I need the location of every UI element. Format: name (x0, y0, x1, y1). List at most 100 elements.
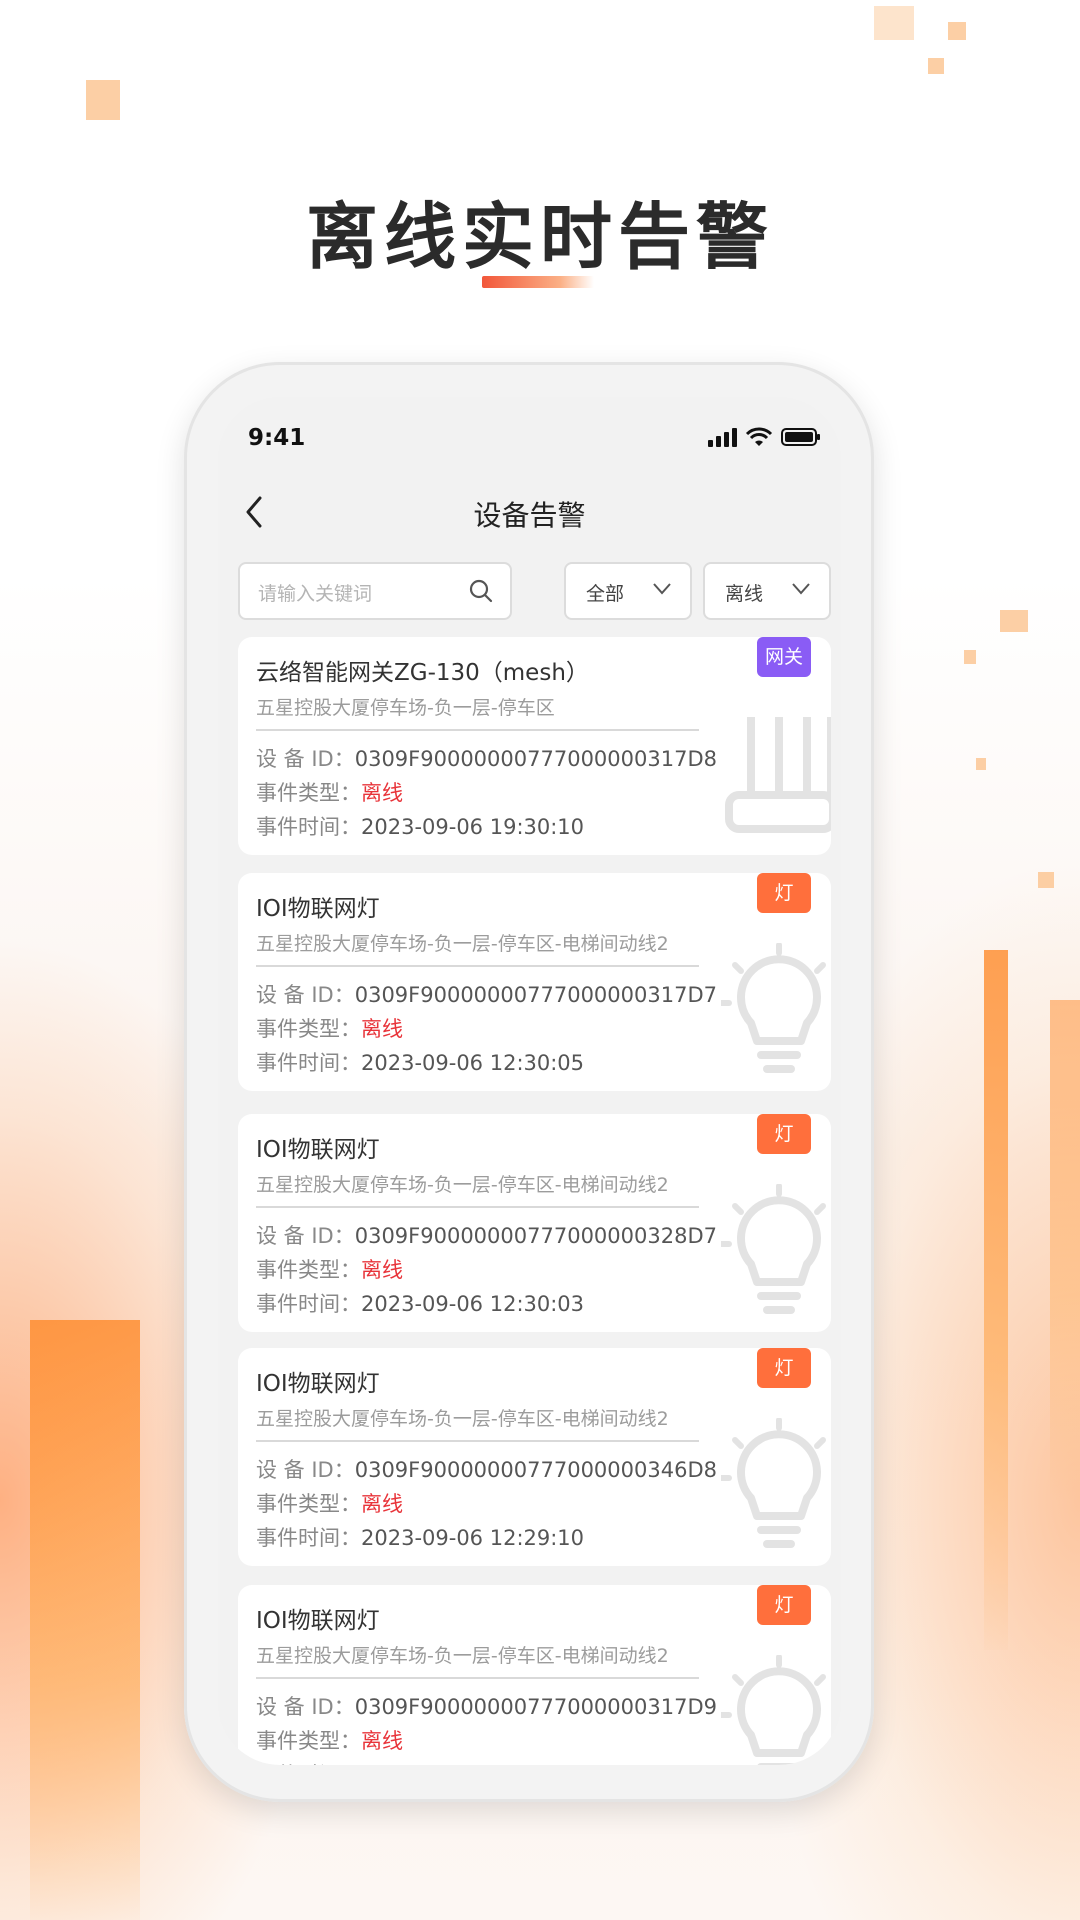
decor-square (976, 758, 986, 770)
device-id-row: 设 备 ID：0309F90000000777000000317D7 (256, 979, 717, 1009)
event-type-label: 事件类型： (256, 1017, 361, 1041)
status-icons (707, 427, 821, 447)
event-time-row: 事件时间：2023-09-06 12:30:05 (256, 1047, 584, 1077)
device-id-label: 设 备 ID： (256, 983, 355, 1007)
device-name: IOI物联网灯 (256, 1608, 380, 1634)
device-location: 五星控股大厦停车场-负一层-停车区-电梯间动线2 (256, 1645, 669, 1667)
search-placeholder: 请输入关键词 (258, 583, 373, 605)
event-time-label: 事件时间： (256, 1051, 361, 1075)
device-id-label: 设 备 ID： (256, 747, 355, 771)
event-time-label: 事件时间： (256, 1526, 361, 1550)
card-divider (256, 965, 699, 967)
event-time-value: 2023-09-06 12:29:10 (361, 1526, 585, 1550)
navigation-bar: 设备告警 (218, 482, 841, 542)
lightbulb-icon (721, 1184, 826, 1314)
status-bar: 9:41 (218, 417, 841, 457)
device-id-row: 设 备 ID：0309F90000000777000000346D8 (256, 1454, 717, 1484)
device-location: 五星控股大厦停车场-负一层-停车区 (256, 697, 555, 719)
event-type-label: 事件类型： (256, 781, 361, 805)
decor-square (948, 22, 966, 40)
decor-pillar (30, 1320, 140, 1920)
card-divider (256, 1206, 699, 1208)
device-type-select[interactable]: 全部 (564, 562, 692, 620)
event-type-value: 离线 (361, 1729, 403, 1753)
event-type-label: 事件类型： (256, 1729, 361, 1753)
event-type-row: 事件类型：离线 (256, 777, 403, 807)
event-type-value: 离线 (361, 1492, 403, 1516)
decor-square (928, 58, 944, 74)
event-time-label: 事件时间： (256, 1763, 361, 1765)
device-type-badge: 网关 (757, 637, 811, 677)
device-id-value: 0309F90000000777000000328D7 (354, 1224, 717, 1248)
status-time: 9:41 (248, 425, 306, 451)
device-id-value: 0309F90000000777000000346D8 (354, 1458, 717, 1482)
device-id-value: 0309F90000000777000000317D8 (354, 747, 717, 771)
decor-square (86, 80, 120, 120)
device-type-badge: 灯 (757, 873, 811, 913)
device-id-value: 0309F90000000777000000317D9 (354, 1695, 717, 1719)
event-type-value: 离线 (361, 1017, 403, 1041)
event-time-value: 2023-09-06 12:30:05 (361, 1051, 585, 1075)
chevron-down-icon (653, 583, 671, 595)
event-type-label: 事件类型： (256, 1258, 361, 1282)
event-time-value: 2023-09-06 19:30:10 (361, 815, 585, 839)
event-time-row: 事件时间：2023-09-06 12:29:10 (256, 1522, 584, 1552)
device-type-value: 全部 (586, 583, 625, 605)
page-title: 离线实时告警 (305, 195, 774, 279)
lightbulb-icon (721, 943, 826, 1073)
device-id-row: 设 备 ID：0309F90000000777000000317D8 (256, 743, 717, 773)
title-underline (482, 276, 594, 288)
status-value: 离线 (725, 583, 764, 605)
event-type-row: 事件类型：离线 (256, 1488, 403, 1518)
decor-square (964, 650, 976, 664)
alert-card[interactable]: IOI物联网灯五星控股大厦停车场-负一层-停车区-电梯间动线2 设 备 ID：03… (238, 1114, 831, 1332)
event-type-value: 离线 (361, 1258, 403, 1282)
decor-square (874, 6, 914, 40)
event-time-row: 事件时间：2023-09-06 12:30:03 (256, 1288, 584, 1318)
device-location: 五星控股大厦停车场-负一层-停车区-电梯间动线2 (256, 1174, 669, 1196)
device-location: 五星控股大厦停车场-负一层-停车区-电梯间动线2 (256, 1408, 669, 1430)
search-icon[interactable] (468, 578, 494, 604)
card-divider (256, 1440, 699, 1442)
decor-pillar (984, 950, 1008, 1650)
event-type-label: 事件类型： (256, 1492, 361, 1516)
event-time-row: 事件时间：2023-09-06 19:30:10 (256, 811, 584, 841)
alert-card[interactable]: IOI物联网灯五星控股大厦停车场-负一层-停车区-电梯间动线2 设 备 ID：03… (238, 1585, 831, 1765)
event-time-value: 2023-09-05 18:30:02 (361, 1763, 584, 1765)
device-name: 云络智能网关ZG-130（mesh） (256, 660, 589, 686)
phone-screen: 9:41 设备告警 请输入关键词 全部 离线 云络智能网关ZG-130（mesh… (218, 397, 841, 1765)
decor-square (1000, 610, 1028, 632)
chevron-down-icon (792, 583, 810, 595)
device-name: IOI物联网灯 (256, 1371, 380, 1397)
lightbulb-icon (721, 1655, 826, 1765)
device-id-label: 设 备 ID： (256, 1224, 355, 1248)
event-time-label: 事件时间： (256, 1292, 361, 1316)
screen-title: 设备告警 (473, 499, 586, 532)
alert-card[interactable]: IOI物联网灯 五星控股大厦停车场-负一层-停车区-电梯间动线2 设 备 ID：03… (238, 873, 831, 1091)
device-type-badge: 灯 (757, 1114, 811, 1154)
signal-icon (708, 428, 737, 447)
alert-card[interactable]: 云络智能网关ZG-130（mesh） 五星控股大厦停车场-负一层-停车区设 备 I… (238, 637, 831, 855)
device-id-row: 设 备 ID：0309F90000000777000000317D9 (256, 1691, 717, 1721)
device-type-badge: 灯 (757, 1585, 811, 1625)
battery-icon (781, 428, 820, 446)
event-time-label: 事件时间： (256, 815, 361, 839)
device-id-row: 设 备 ID：0309F90000000777000000328D7 (256, 1220, 717, 1250)
search-input[interactable]: 请输入关键词 (238, 562, 512, 620)
device-name: IOI物联网灯 (256, 1137, 380, 1163)
device-id-value: 0309F90000000777000000317D7 (354, 983, 717, 1007)
lightbulb-icon (721, 1418, 826, 1548)
event-time-value: 2023-09-06 12:30:03 (361, 1292, 585, 1316)
decor-square (1038, 872, 1054, 888)
device-id-label: 设 备 ID： (256, 1695, 355, 1719)
device-location: 五星控股大厦停车场-负一层-停车区-电梯间动线2 (256, 933, 669, 955)
card-divider (256, 1677, 699, 1679)
status-select[interactable]: 离线 (703, 562, 831, 620)
event-type-row: 事件类型：离线 (256, 1013, 403, 1043)
decor-pillar (1050, 1000, 1080, 1500)
alert-card[interactable]: IOI物联网灯五星控股大厦停车场-负一层-停车区-电梯间动线2 设 备 ID：03… (238, 1348, 831, 1566)
filter-bar: 请输入关键词 全部 离线 (238, 562, 831, 620)
event-type-value: 离线 (361, 781, 403, 805)
gateway-icon (725, 717, 831, 833)
wifi-icon (745, 427, 773, 446)
